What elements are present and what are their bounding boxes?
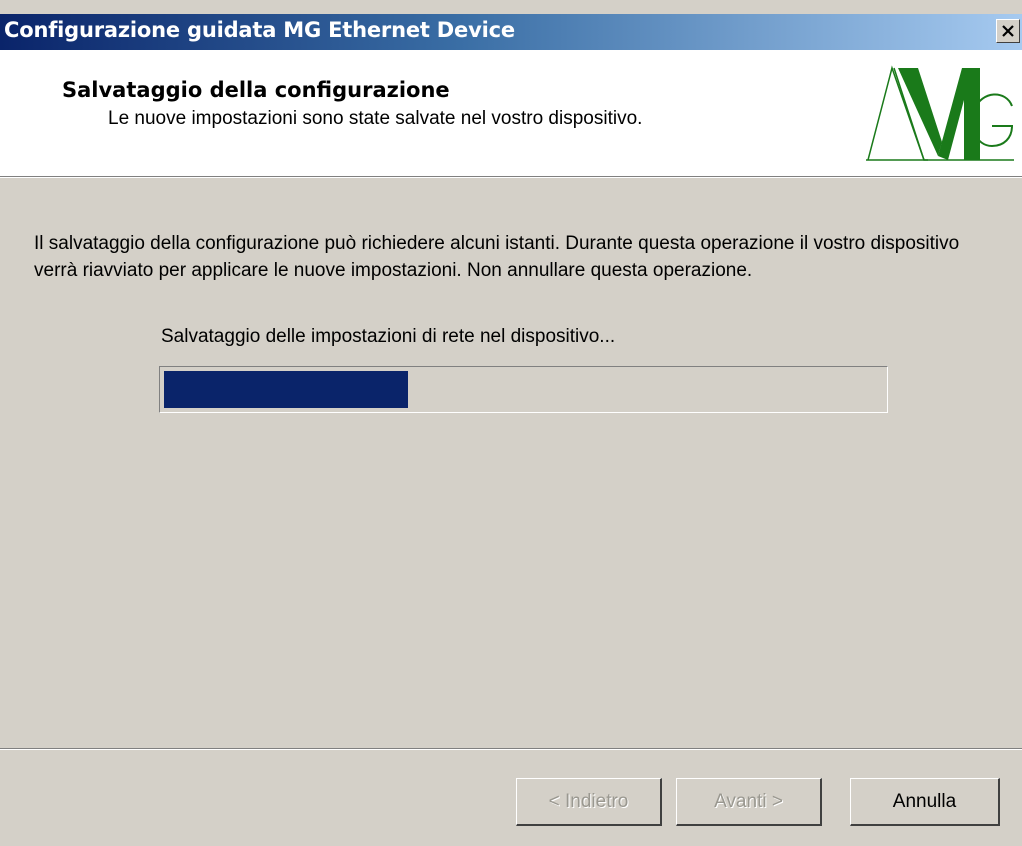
close-icon — [1002, 25, 1014, 37]
next-button[interactable]: Avanti > — [676, 778, 822, 826]
page-title: Salvataggio della configurazione — [62, 78, 450, 102]
cancel-button[interactable]: Annulla — [850, 778, 1000, 826]
title-bar: Configurazione guidata MG Ethernet Devic… — [0, 14, 1022, 50]
back-button[interactable]: < Indietro — [516, 778, 662, 826]
wizard-window: Configurazione guidata MG Ethernet Devic… — [0, 0, 1022, 846]
progress-bar — [159, 366, 888, 413]
mg-logo-icon — [866, 65, 1014, 161]
cancel-button-label: Annulla — [892, 790, 957, 812]
separator — [0, 748, 1022, 750]
description-text: Il salvataggio della configurazione può … — [34, 233, 960, 281]
window-title: Configurazione guidata MG Ethernet Devic… — [4, 18, 515, 42]
next-button-label: Avanti > — [714, 790, 783, 812]
close-button[interactable] — [996, 19, 1020, 43]
wizard-header: Salvataggio della configurazione Le nuov… — [0, 50, 1022, 177]
progress-fill — [164, 371, 408, 408]
status-text: Salvataggio delle impostazioni di rete n… — [161, 326, 616, 347]
back-button-label: < Indietro — [548, 790, 629, 812]
page-subtitle: Le nuove impostazioni sono state salvate… — [108, 108, 643, 129]
